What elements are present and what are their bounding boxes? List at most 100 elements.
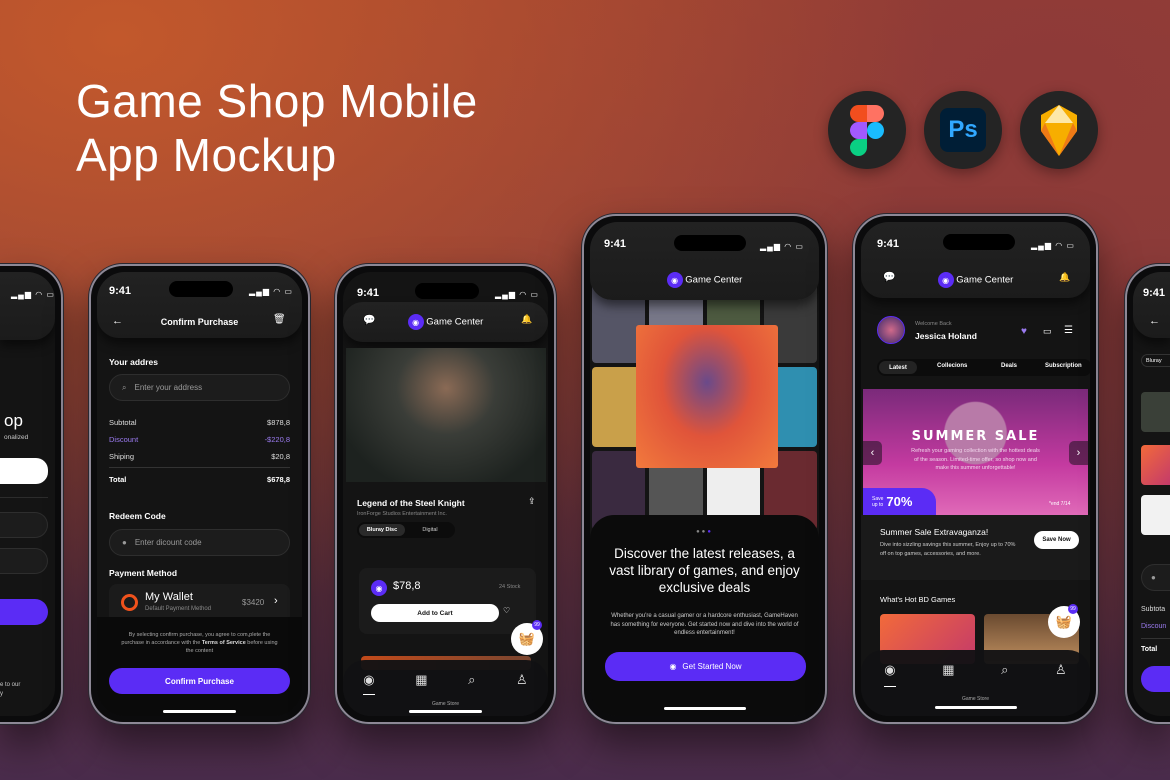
chevron-right-icon: ›	[274, 595, 278, 607]
phone-checkout: 9:41 ▂▄▆ ◠ ▭ ← Confirm Purchase 🗑 Your a…	[89, 264, 310, 724]
divider	[1141, 638, 1170, 639]
cart-badge: 99	[532, 620, 542, 630]
header-bar	[0, 272, 55, 340]
format-option[interactable]: Digital	[407, 524, 453, 536]
tab-deals[interactable]: Deals	[1001, 363, 1017, 369]
tag-icon: ●	[1151, 573, 1156, 582]
photoshop-icon: Ps	[924, 91, 1002, 169]
search-icon[interactable]: ⌕	[468, 672, 475, 688]
bell-icon[interactable]: 🔔	[521, 314, 532, 325]
gamepad-icon: ◉	[669, 662, 677, 671]
home-indicator	[163, 710, 236, 713]
profile-icon[interactable]: ♙	[1055, 662, 1067, 678]
summary-row: Discount -$220,8	[109, 435, 290, 444]
summary-row: Subtotal $878,8	[109, 418, 290, 427]
gamepad-logo-icon: ◉	[937, 272, 954, 288]
terms-link[interactable]: Terms of Service	[202, 640, 246, 646]
cart-item-image	[1141, 445, 1170, 485]
wallet-icon	[121, 594, 138, 611]
phone-product: 9:41 ▂▄▆ ◠ ▭ 💬 ◉ Game Center 🔔 Legend of…	[335, 264, 556, 724]
search-icon: ⌕	[122, 382, 127, 392]
save-now-button[interactable]: Save Now	[1034, 531, 1079, 549]
price-card: ◉ $78,8 24 Stock Add to Cart ♡	[359, 568, 536, 634]
phone-cart: 9:41 ← Bluray ● Subtota Discoun Total	[1125, 264, 1170, 724]
header-bar: 9:41 ▂▄▆ ◠ ▭ 💬 ◉ Game Center 🔔	[861, 222, 1090, 298]
discount-code-input[interactable]: ● Enter dicount code	[109, 529, 290, 556]
home-indicator	[935, 706, 1017, 709]
home-indicator	[409, 710, 482, 713]
product-image	[346, 348, 546, 482]
dynamic-island	[415, 283, 479, 299]
get-started-button[interactable]: ◉ Get Started Now	[605, 652, 806, 681]
headline: Discover the latest releases, a vast lib…	[609, 546, 800, 595]
status-icons: ▂▄▆ ◠ ▭	[760, 242, 804, 251]
save-badge: Save up to 70%	[863, 488, 936, 515]
heart-icon[interactable]: ♡	[503, 606, 510, 615]
app-title: ◉ Game Center	[861, 272, 1090, 288]
phone-home: 9:41 ▂▄▆ ◠ ▭ 💬 ◉ Game Center 🔔 Welcome B…	[853, 214, 1098, 724]
banner-next-button[interactable]: ›	[1069, 441, 1088, 465]
sketch-icon	[1020, 91, 1098, 169]
discount-code-input[interactable]: ●	[1141, 564, 1170, 591]
confirm-purchase-button[interactable]: Confirm Purchase	[109, 668, 290, 694]
format-option[interactable]: Bluray Disc	[359, 524, 405, 536]
total-row: Total $678,8	[109, 475, 290, 484]
tab-collections[interactable]: Collecions	[937, 363, 967, 369]
header-bar: 💬 ◉ Game Center 🔔	[343, 302, 548, 342]
page-title: Confirm Purchase	[160, 317, 239, 327]
trash-icon[interactable]: 🗑	[273, 314, 286, 325]
dynamic-island	[674, 235, 746, 251]
summer-sale-banner[interactable]: SUMMER SALE Refresh your gaming collecti…	[863, 389, 1088, 515]
gamepad-logo-icon: ◉	[666, 272, 683, 288]
user-name: Jessica Holand	[915, 331, 977, 341]
catalog-icon[interactable]: ▦	[942, 662, 954, 678]
tab-latest[interactable]: Latest	[879, 361, 917, 374]
search-icon[interactable]: ⌕	[1001, 662, 1008, 678]
hero-title: Game Shop Mobile App Mockup	[76, 75, 478, 181]
gamepad-icon: ◉	[371, 580, 387, 596]
figma-icon	[828, 91, 906, 169]
gamepad-icon[interactable]: ◉	[363, 672, 375, 695]
signin-button[interactable]	[0, 599, 48, 625]
status-icons: ▂▄▆ ◠ ▭	[11, 290, 55, 299]
header-bar	[1133, 272, 1170, 338]
password-field[interactable]	[0, 548, 48, 574]
app-title: ◉ Game Center	[590, 272, 819, 288]
tag-icon: ●	[122, 538, 127, 547]
app-title: ◉ Game Center	[343, 314, 548, 330]
add-to-cart-button[interactable]: Add to Cart	[371, 604, 499, 622]
profile-icon[interactable]: ♙	[516, 672, 528, 688]
bottom-nav: ◉ ▦ ⌕ ♙	[343, 660, 548, 716]
terms-text: e to our y	[0, 682, 21, 697]
cart-item-image	[1141, 392, 1170, 432]
cart-item-image	[1141, 495, 1170, 535]
back-arrow-icon[interactable]: ←	[1149, 315, 1160, 327]
dynamic-island	[943, 234, 1015, 250]
checkout-button[interactable]	[1141, 666, 1170, 692]
promo-card: Summer Sale Extravaganza! Dive into sizz…	[861, 515, 1090, 580]
dynamic-island	[169, 281, 233, 297]
footer-panel: By selecting confirm purchase, you agree…	[97, 617, 302, 716]
share-icon[interactable]: ⇪	[528, 496, 536, 507]
bell-icon[interactable]: 🔔	[1059, 272, 1070, 283]
phone-signin: ▂▄▆ ◠ ▭ op onalized e to our y	[0, 264, 63, 724]
onboarding-panel: ●●● Discover the latest releases, a vast…	[590, 515, 819, 716]
continue-button[interactable]	[0, 458, 48, 484]
header-bar: 9:41 ▂▄▆ ◠ ▭ ◉ Game Center	[590, 222, 819, 300]
address-input[interactable]: ⌕ Enter your address	[109, 374, 290, 401]
summary-row: Shiping $20,8	[109, 452, 290, 461]
menu-icon[interactable]: ☰	[1064, 325, 1073, 336]
banner-prev-button[interactable]: ‹	[863, 441, 882, 465]
featured-game-image	[636, 325, 778, 468]
format-chip[interactable]: Bluray	[1141, 354, 1170, 367]
avatar[interactable]	[877, 316, 905, 344]
email-field[interactable]	[0, 512, 48, 538]
status-icons: ▂▄▆ ◠ ▭	[495, 290, 539, 299]
heart-icon[interactable]: ♥	[1021, 326, 1027, 337]
status-icons: ▂▄▆ ◠ ▭	[1031, 241, 1075, 250]
divider	[0, 497, 48, 498]
wallet-icon[interactable]: ▭	[1043, 326, 1052, 337]
catalog-icon[interactable]: ▦	[415, 672, 427, 688]
tab-subscription[interactable]: Subscription	[1045, 363, 1082, 369]
gamepad-icon[interactable]: ◉	[884, 662, 896, 687]
